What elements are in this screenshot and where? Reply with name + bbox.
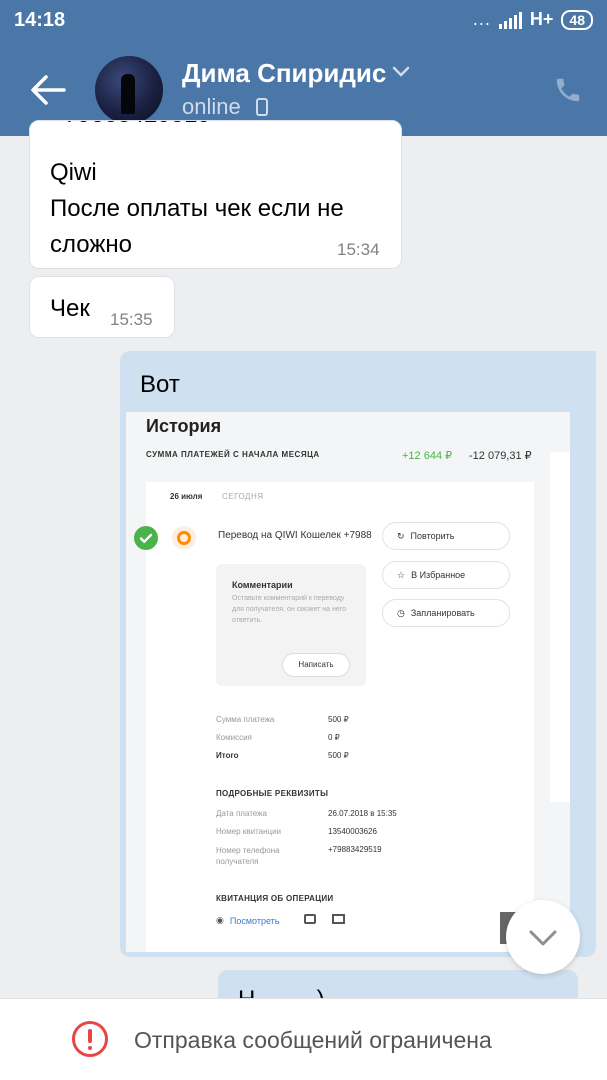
receipt-title: История — [146, 416, 222, 436]
view-label: Посмотреть — [229, 915, 280, 926]
favorite-button: ☆ В Избранное — [382, 561, 510, 589]
schedule-button: ◷ Запланировать — [382, 599, 510, 627]
outcome-sum: -12 079,31 ₽ — [469, 450, 532, 462]
scroll-down-button[interactable] — [506, 900, 580, 974]
comments-hint: Оставьте комментарий к переводу для полу… — [232, 595, 347, 624]
avatar[interactable] — [95, 56, 163, 124]
repeat-icon: ↻ — [397, 530, 405, 541]
incoming-message[interactable]: Чек 15:35 — [29, 276, 175, 338]
transfer-description: Перевод на QIWI Кошелек +7988 — [218, 530, 372, 541]
warning-icon — [72, 1021, 108, 1057]
mobile-icon — [256, 98, 268, 116]
write-button: Написать — [282, 653, 350, 677]
message-text: Вот — [140, 371, 180, 398]
amount-value: 500 ₽ — [328, 715, 349, 724]
fee-label: Комиссия — [216, 733, 252, 742]
message-text: Чек — [50, 295, 90, 322]
side-panel — [550, 452, 570, 802]
receipt-section-title: КВИТАНЦИЯ ОБ ОПЕРАЦИИ — [216, 894, 334, 903]
clipped-phone-number: +79883429519 — [50, 121, 211, 129]
check-icon — [134, 526, 158, 550]
status-bar: 14:18 ... H+ 48 — [0, 0, 607, 44]
repeat-label: Повторить — [410, 531, 455, 541]
back-arrow-icon[interactable] — [28, 72, 68, 108]
qiwi-logo-icon — [172, 526, 196, 550]
print-icon — [304, 914, 316, 924]
recipient-phone-value: +79883429519 — [328, 845, 382, 854]
recipient-phone-label: Номер телефона получателя — [216, 846, 280, 866]
status-icons: ... H+ 48 — [473, 9, 593, 30]
comments-title: Комментарии — [232, 580, 293, 590]
details-title: ПОДРОБНЫЕ РЕКВИЗИТЫ — [216, 789, 329, 798]
mail-icon — [332, 914, 345, 924]
battery-icon: 48 — [561, 9, 593, 30]
phone-icon[interactable] — [553, 75, 583, 105]
receipt-date: 26 июля — [170, 492, 203, 501]
receipt-number-label: Номер квитанции — [216, 827, 282, 836]
amount-label: Сумма платежа — [216, 715, 275, 724]
restriction-text: Отправка сообщений ограничена — [134, 1027, 492, 1053]
fee-value: 0 ₽ — [328, 733, 340, 742]
incoming-message[interactable]: +79883429519 Qiwi После оплаты чек если … — [29, 120, 402, 269]
online-status: online — [182, 94, 241, 119]
more-notifications-icon: ... — [472, 9, 491, 29]
schedule-label: Запланировать — [410, 608, 475, 618]
favorite-label: В Избранное — [411, 570, 466, 580]
date-label: Дата платежа — [216, 809, 267, 818]
signal-icon — [498, 11, 522, 29]
receipt-number-value: 13540003626 — [328, 827, 377, 836]
network-type: H+ — [529, 9, 554, 29]
chevron-down-icon[interactable] — [392, 66, 410, 78]
repeat-button: ↻ Повторить — [382, 522, 510, 550]
attached-screenshot[interactable]: История СУММА ПЛАТЕЖЕЙ С НАЧАЛА МЕСЯЦА +… — [126, 412, 570, 952]
eye-icon: ◉ — [216, 915, 224, 925]
chevron-down-icon — [529, 930, 557, 946]
message-time: 15:34 — [337, 240, 380, 259]
message-line: Qiwi — [50, 159, 97, 186]
clock: 14:18 — [14, 9, 66, 31]
receipt-subtitle: СУММА ПЛАТЕЖЕЙ С НАЧАЛА МЕСЯЦА — [146, 450, 320, 459]
income-sum: +12 644 ₽ — [402, 450, 453, 462]
star-icon: ☆ — [397, 569, 406, 580]
receipt-today: СЕГОДНЯ — [222, 492, 264, 501]
message-time: 15:35 — [110, 310, 153, 329]
clock-icon: ◷ — [397, 607, 405, 618]
total-value: 500 ₽ — [328, 751, 349, 760]
contact-name[interactable]: Дима Спиридис — [182, 58, 386, 89]
date-value: 26.07.2018 в 15:35 — [328, 809, 397, 818]
message-restricted-bar: Отправка сообщений ограничена — [0, 998, 607, 1080]
comments-box: Комментарии Оставьте комментарий к перев… — [216, 564, 366, 686]
view-link: ◉ Посмотреть — [216, 915, 279, 926]
total-label: Итого — [216, 751, 239, 760]
